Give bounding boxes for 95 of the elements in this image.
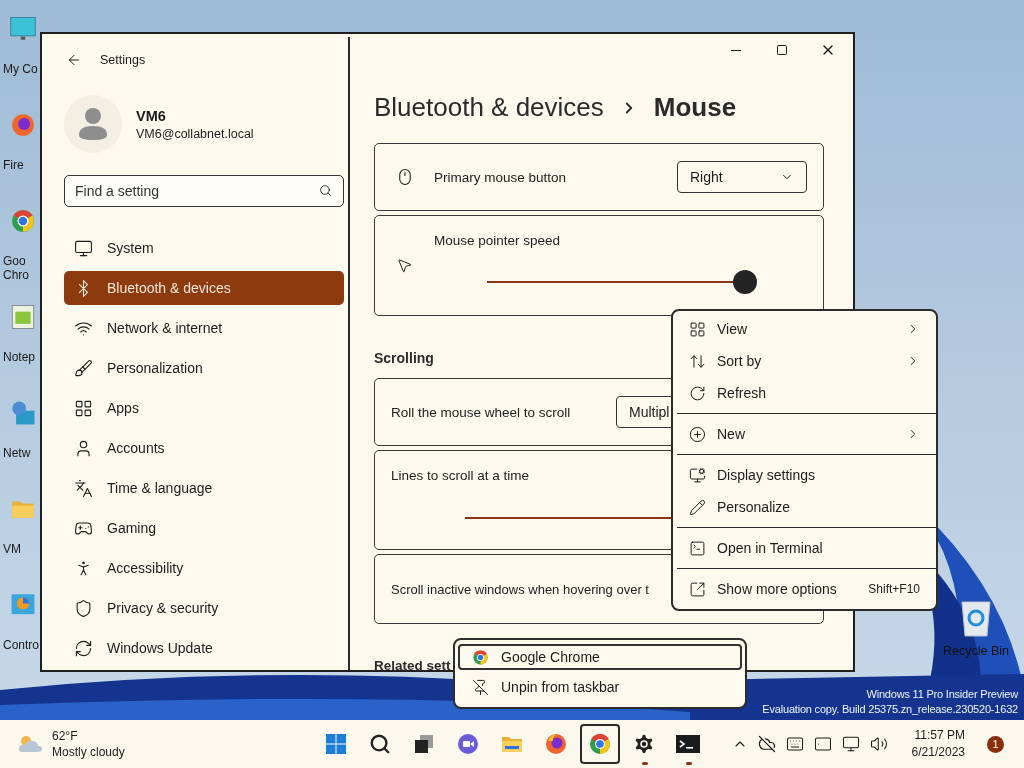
desktop-icon-label: Chro bbox=[2, 268, 29, 282]
unpin-icon bbox=[472, 678, 489, 696]
desktop-icon-label: My Co bbox=[2, 62, 38, 76]
nav-item[interactable]: Windows Update bbox=[64, 631, 344, 665]
pointer-icon bbox=[396, 257, 413, 274]
taskbar-button[interactable] bbox=[580, 724, 620, 764]
nav-item[interactable]: Gaming bbox=[64, 511, 344, 545]
cloud-off-icon[interactable] bbox=[757, 735, 776, 753]
keyboard-icon[interactable] bbox=[785, 735, 804, 753]
nav-item[interactable]: Network & internet bbox=[64, 311, 344, 345]
refresh-icon bbox=[689, 384, 706, 402]
shield-icon bbox=[74, 598, 93, 618]
nav-item[interactable]: Bluetooth & devices bbox=[64, 271, 344, 305]
language-icon bbox=[74, 478, 93, 498]
evaluation-notice: Windows 11 Pro Insider Preview bbox=[866, 687, 1018, 702]
setting-label: Lines to scroll at a time bbox=[391, 468, 530, 483]
nav-item[interactable]: Apps bbox=[64, 391, 344, 425]
running-indicator bbox=[686, 762, 692, 765]
terminal-icon bbox=[689, 539, 706, 557]
page-title[interactable]: Bluetooth & devices bbox=[374, 92, 604, 123]
person-icon bbox=[74, 438, 93, 458]
minimize-icon bbox=[731, 49, 741, 51]
clock[interactable]: 11:57 PM 6/21/2023 bbox=[911, 727, 965, 761]
expand-icon bbox=[689, 580, 706, 598]
plus-circle-icon bbox=[689, 425, 706, 443]
video-chat-icon[interactable] bbox=[456, 732, 480, 756]
refresh-icon bbox=[74, 638, 93, 658]
notification-badge[interactable]: 1 bbox=[987, 735, 1004, 753]
weather-condition: Mostly cloudy bbox=[52, 744, 125, 760]
firefox-icon[interactable] bbox=[544, 732, 568, 756]
search-field[interactable]: Find a setting bbox=[64, 175, 344, 207]
chrome-icon bbox=[472, 648, 489, 666]
desktop-icon-label: Netw bbox=[2, 446, 31, 460]
evaluation-notice: Evaluation copy. Build 25375.zn_release.230520-1632 bbox=[762, 702, 1018, 717]
firefox-icon[interactable] bbox=[10, 112, 36, 138]
start-icon[interactable] bbox=[324, 732, 348, 756]
menu-item[interactable]: View bbox=[677, 313, 932, 345]
user-name: VM6 bbox=[136, 107, 167, 124]
running-indicator bbox=[642, 762, 648, 765]
nav-item[interactable]: Privacy & security bbox=[64, 591, 344, 625]
menu-item[interactable]: New bbox=[677, 418, 932, 450]
desktop-icon-label: Contro bbox=[2, 638, 40, 652]
user-email: VM6@collabnet.local bbox=[136, 126, 254, 141]
notepad-icon[interactable] bbox=[10, 304, 36, 330]
gear-icon[interactable] bbox=[632, 732, 656, 756]
desktop-icon-label: Fire bbox=[2, 158, 24, 172]
desktop-icon-label: Notep bbox=[2, 350, 36, 364]
menu-item[interactable]: Show more options Shift+F10 bbox=[677, 573, 932, 605]
nav-item[interactable]: Time & language bbox=[64, 471, 344, 505]
desktop-icon-label: Goo bbox=[2, 254, 26, 268]
menu-item[interactable]: Unpin from taskbar bbox=[458, 670, 742, 704]
nav-item[interactable]: System bbox=[64, 231, 344, 265]
menu-item[interactable]: Open in Terminal bbox=[677, 532, 932, 564]
window-title: Settings bbox=[100, 53, 146, 67]
monitor-icon[interactable] bbox=[841, 735, 860, 753]
brush-icon bbox=[74, 358, 93, 378]
nav-item[interactable]: Accessibility bbox=[64, 551, 344, 585]
setting-label: Scroll inactive windows when hovering over t bbox=[391, 581, 649, 597]
menu-item[interactable]: Personalize bbox=[677, 491, 932, 523]
recycle-bin-icon[interactable] bbox=[958, 598, 994, 638]
maximize-icon bbox=[776, 44, 788, 56]
chrome-icon[interactable] bbox=[10, 208, 36, 234]
tablet-icon[interactable] bbox=[813, 735, 832, 753]
chrome-icon[interactable] bbox=[588, 732, 612, 756]
page-title: Mouse bbox=[653, 92, 737, 123]
nav-item[interactable]: Accounts bbox=[64, 431, 344, 465]
menu-item[interactable]: Google Chrome bbox=[458, 644, 742, 670]
terminal-icon[interactable] bbox=[675, 732, 701, 756]
desktop-icon-label: Recycle Bin bbox=[943, 644, 1009, 658]
speaker-icon[interactable] bbox=[869, 735, 888, 753]
task-view-icon[interactable] bbox=[412, 732, 436, 756]
setting-label: Roll the mouse wheel to scroll bbox=[391, 404, 571, 420]
grid-icon bbox=[689, 320, 706, 338]
back-icon[interactable] bbox=[66, 52, 82, 68]
desktop-icon-label: VM bbox=[2, 542, 21, 556]
slider[interactable] bbox=[487, 270, 757, 294]
menu-item[interactable]: Refresh bbox=[677, 377, 932, 409]
avatar-icon bbox=[64, 95, 122, 153]
sort-icon bbox=[689, 352, 706, 370]
dropdown[interactable]: Right bbox=[677, 161, 807, 193]
temperature: 62°F bbox=[52, 728, 79, 744]
section-heading: Scrolling bbox=[374, 350, 434, 366]
setting-label: Mouse pointer speed bbox=[434, 233, 561, 248]
setting-label: Primary mouse button bbox=[434, 169, 567, 185]
menu-item[interactable]: Display settings bbox=[677, 459, 932, 491]
section-heading: Related sett bbox=[374, 658, 451, 670]
search-icon bbox=[319, 184, 332, 197]
apps-grid-icon bbox=[74, 398, 93, 418]
pencil-icon bbox=[689, 498, 706, 516]
nav-item[interactable]: Personalization bbox=[64, 351, 344, 385]
search-icon[interactable] bbox=[369, 733, 391, 755]
slider-thumb[interactable] bbox=[733, 270, 757, 294]
monitor-icon bbox=[74, 238, 93, 258]
display-settings-icon bbox=[689, 466, 706, 484]
menu-item[interactable]: Sort by bbox=[677, 345, 932, 377]
